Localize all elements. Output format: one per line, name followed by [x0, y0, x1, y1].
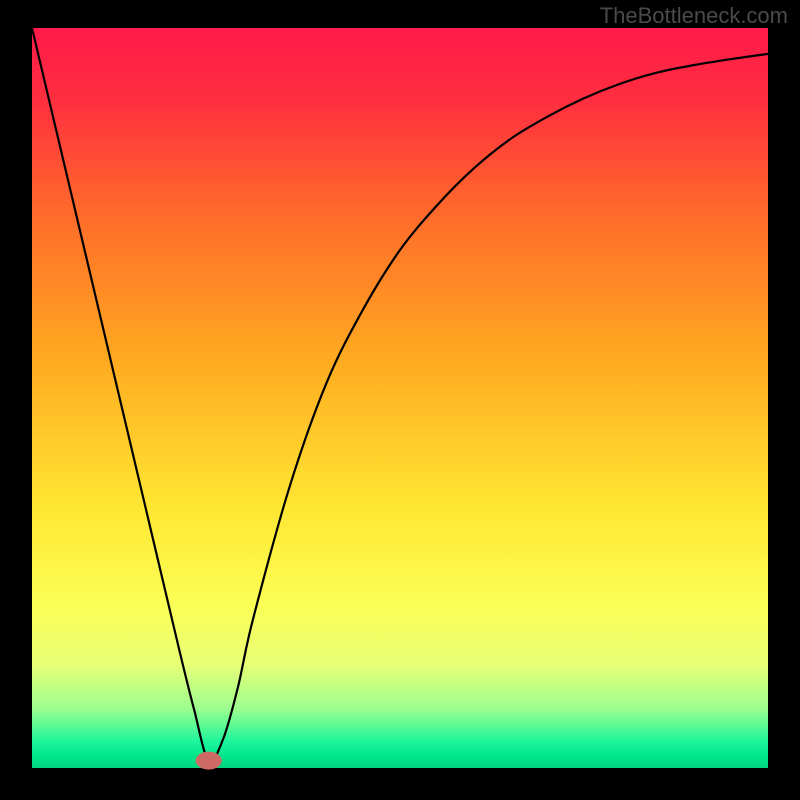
optimal-point-marker [196, 752, 222, 770]
plot-area [32, 28, 768, 768]
chart-container: TheBottleneck.com [0, 0, 800, 800]
bottleneck-chart [0, 0, 800, 800]
watermark-text: TheBottleneck.com [600, 3, 788, 29]
